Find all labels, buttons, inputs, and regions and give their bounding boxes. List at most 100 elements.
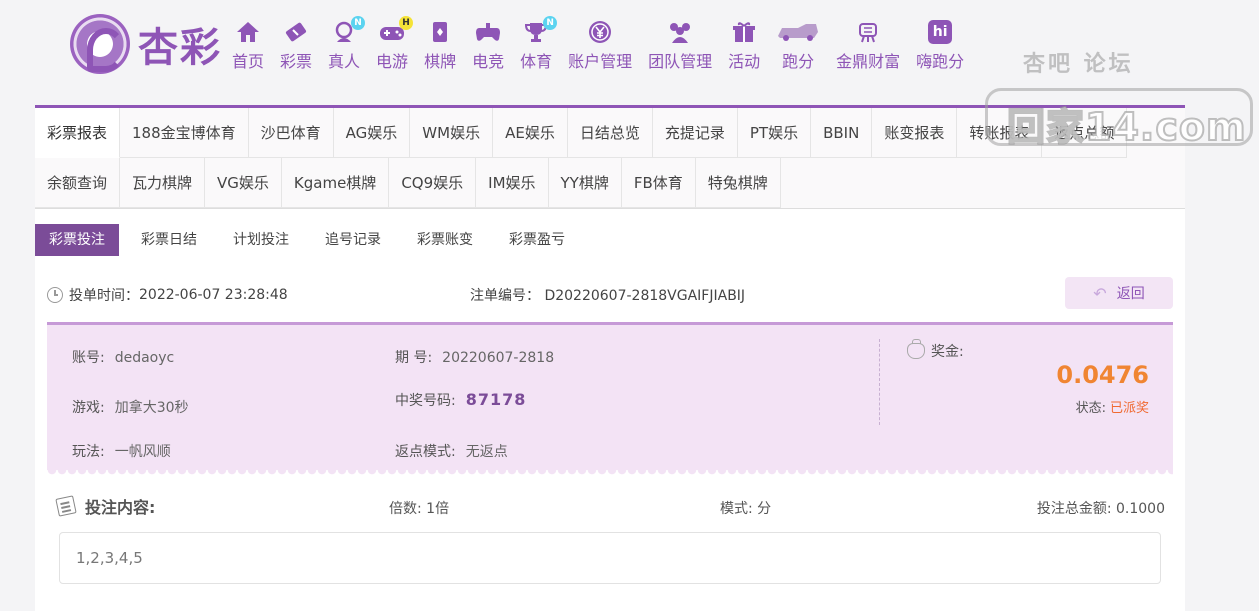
bet-content-title-text: 投注内容:: [85, 498, 156, 517]
multiple-label: 倍数:: [389, 501, 422, 517]
gamepad-icon: H: [377, 16, 414, 44]
back-button[interactable]: ↶ 返回: [1065, 277, 1173, 309]
tab-pt[interactable]: PT娱乐: [737, 108, 812, 158]
nav-label: 跑分: [782, 52, 815, 71]
hi-logo-text: hi: [928, 20, 953, 44]
document-icon: [55, 495, 77, 517]
nav-item-home[interactable]: 首页: [224, 20, 272, 72]
nav-item-wealth[interactable]: 金鼎财富: [828, 20, 908, 72]
tab-im[interactable]: IM娱乐: [476, 158, 549, 208]
report-tabs: 彩票报表 188金宝博体育 沙巴体育 AG娱乐 WM娱乐 AE娱乐 日结总览 充…: [35, 108, 1185, 209]
nav-item-sports[interactable]: N 体育: [512, 16, 560, 72]
nav-item-team[interactable]: 团队管理: [640, 20, 720, 72]
tab-tetu-chess[interactable]: 特兔棋牌: [695, 158, 781, 208]
bet-time-label: 投单时间：: [69, 288, 139, 304]
nav-item-activity[interactable]: 活动: [720, 20, 768, 72]
winning-number-field: 中奖号码: 87178: [395, 390, 526, 410]
account-value: dedaoyc: [114, 350, 175, 366]
tab-saba-sports[interactable]: 沙巴体育: [248, 108, 334, 158]
play-label: 玩法:: [72, 444, 105, 460]
bet-time-value: 2022-06-07 23:28:48: [139, 287, 288, 303]
nav-item-account[interactable]: 账户管理: [560, 20, 640, 72]
bet-time: 投单时间： 2022-06-07 23:28:48: [47, 285, 288, 305]
tab-wali-chess[interactable]: 瓦力棋牌: [120, 158, 206, 208]
tab-rebate-total[interactable]: 返点总额: [1042, 108, 1128, 158]
nav-item-slots[interactable]: H 电游: [368, 16, 416, 72]
tab-transfer-report[interactable]: 转账报表: [957, 108, 1043, 158]
cards-icon: [425, 20, 455, 44]
game-value: 加拿大30秒: [114, 400, 189, 416]
total-amount-field: 投注总金额: 0.1000: [1037, 498, 1165, 518]
nav-item-hipaofen[interactable]: hi 嗨跑分: [908, 20, 972, 72]
nav-label: 棋牌: [424, 52, 457, 71]
nav-item-paofen[interactable]: 跑分: [768, 20, 828, 72]
subtab-lottery-account-change[interactable]: 彩票账变: [403, 224, 487, 256]
tab-deposit-withdraw[interactable]: 充提记录: [652, 108, 738, 158]
money-bag-icon: [907, 339, 925, 359]
tab-yy-chess[interactable]: YY棋牌: [548, 158, 622, 208]
prize-amount: 0.0476: [1056, 361, 1149, 389]
nav-label: 活动: [728, 52, 761, 71]
hot-badge: H: [399, 16, 414, 30]
prize-label-text: 奖金:: [931, 344, 964, 360]
tab-fb-sports[interactable]: FB体育: [621, 158, 696, 208]
prize-status: 状态: 已派奖: [1076, 397, 1149, 416]
ding-icon: [853, 20, 883, 44]
play-field: 玩法: 一帆风顺: [72, 441, 171, 461]
nav-item-live[interactable]: N 真人: [320, 16, 368, 72]
tab-wm[interactable]: WM娱乐: [410, 108, 494, 158]
new-badge: N: [351, 16, 366, 30]
rebate-mode-value: 无返点: [465, 444, 508, 460]
nav-item-lottery[interactable]: 彩票: [272, 20, 320, 72]
account-label: 账号:: [72, 350, 105, 366]
tab-balance[interactable]: 余额查询: [35, 158, 121, 208]
ticket-icon: [281, 20, 311, 44]
brand-name: 杏彩: [138, 24, 222, 71]
prize-label: 奖金:: [907, 339, 964, 361]
tab-cq9[interactable]: CQ9娱乐: [389, 158, 477, 208]
subtab-plan-bets[interactable]: 计划投注: [219, 224, 303, 256]
clock-icon: [47, 287, 63, 303]
subtab-lottery-daily[interactable]: 彩票日结: [127, 224, 211, 256]
winning-number-value: 87178: [465, 390, 527, 409]
tab-kgame[interactable]: Kgame棋牌: [281, 158, 390, 208]
tab-account-change[interactable]: 账变报表: [872, 108, 958, 158]
nav-label: 嗨跑分: [916, 52, 965, 71]
tab-188-sports[interactable]: 188金宝博体育: [120, 108, 249, 158]
tab-ag[interactable]: AG娱乐: [333, 108, 411, 158]
multiple-value: 1倍: [426, 501, 450, 517]
tab-daily-overview[interactable]: 日结总览: [567, 108, 653, 158]
nav-label: 首页: [232, 52, 265, 71]
tab-lottery-report[interactable]: 彩票报表: [35, 108, 121, 158]
brand-logo[interactable]: 杏彩: [70, 14, 222, 74]
nav-label: 电竞: [472, 52, 505, 71]
bet-content-title: 投注内容:: [55, 494, 156, 518]
order-number-label: 注单编号：: [470, 288, 540, 304]
tab-bbin[interactable]: BBIN: [811, 108, 873, 158]
order-number-value: D20220607-2818VGAIFJIABIJ: [544, 288, 746, 304]
bet-content-header: 投注内容: 倍数: 1倍 模式: 分 投注总金额: 0.1000: [55, 492, 1165, 520]
rebate-mode-field: 返点模式: 无返点: [395, 441, 508, 461]
back-button-label: 返回: [1116, 286, 1145, 302]
tab-ae[interactable]: AE娱乐: [493, 108, 568, 158]
period-field: 期 号: 20220607-2818: [395, 347, 554, 367]
person-icon: N: [329, 16, 366, 44]
subtab-lottery-bets[interactable]: 彩票投注: [35, 224, 119, 256]
gift-icon: [729, 20, 759, 44]
status-label: 状态:: [1075, 401, 1106, 416]
order-number: 注单编号： D20220607-2818VGAIFJIABIJ: [470, 285, 745, 305]
tab-vg[interactable]: VG娱乐: [205, 158, 282, 208]
nav-item-esports[interactable]: 电竞: [464, 20, 512, 72]
yen-icon: [585, 20, 615, 44]
game-field: 游戏: 加拿大30秒: [72, 397, 189, 417]
rebate-mode-label: 返点模式:: [395, 444, 456, 460]
controller-icon: [473, 20, 503, 44]
trophy-icon: N: [521, 16, 558, 44]
nav-item-chess[interactable]: 棋牌: [416, 20, 464, 72]
subtab-lottery-profit[interactable]: 彩票盈亏: [495, 224, 579, 256]
nav-label: 账户管理: [568, 52, 633, 71]
period-value: 20220607-2818: [442, 350, 555, 366]
tab-row-2: 余额查询 瓦力棋牌 VG娱乐 Kgame棋牌 CQ9娱乐 IM娱乐 YY棋牌 F…: [35, 158, 781, 208]
home-icon: [233, 20, 263, 44]
subtab-chase-records[interactable]: 追号记录: [311, 224, 395, 256]
